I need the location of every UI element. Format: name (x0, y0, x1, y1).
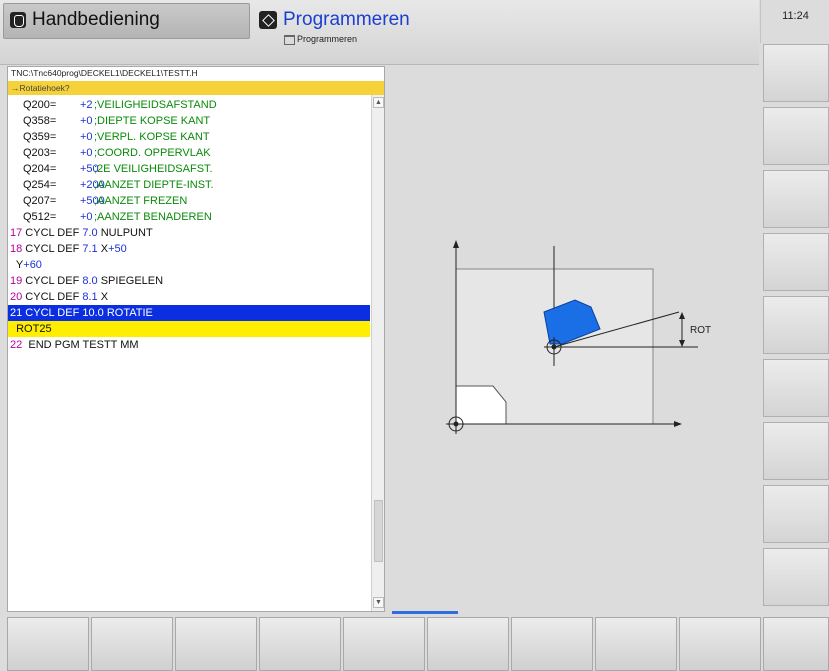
softkey-bottom-10[interactable] (763, 617, 829, 671)
softkey-bottom-9[interactable] (679, 617, 761, 671)
softkey-right-9[interactable] (763, 548, 829, 606)
help-graphic-panel: ROT (386, 66, 759, 612)
program-path: TNC:\Tnc640prog\DECKEL1\DECKEL1\TESTT.H (11, 68, 198, 78)
param-comment: ;DIEPTE KOPSE KANT (94, 115, 211, 127)
program-line-selected[interactable]: 21 CYCL DEF 10.0 ROTATIE (8, 305, 370, 321)
softkey-right-2[interactable] (763, 107, 829, 165)
softkey-right-6[interactable] (763, 359, 829, 417)
program-line[interactable]: 19 CYCL DEF 8.0 SPIEGELEN (8, 273, 370, 289)
scroll-down-arrow-icon[interactable]: ▼ (373, 597, 384, 608)
param-comment: ;AANZET BENADEREN (94, 211, 212, 223)
softkey-bottom-8[interactable] (595, 617, 677, 671)
softkey-bottom-6[interactable] (427, 617, 509, 671)
editor-scrollbar[interactable]: ▲ ▼ (371, 95, 384, 611)
softkey-right-7[interactable] (763, 422, 829, 480)
program-editor[interactable]: TNC:\Tnc640prog\DECKEL1\DECKEL1\TESTT.H … (7, 66, 385, 612)
param-comment: ;AANZET DIEPTE-INST. (94, 179, 214, 191)
comment-column: ;VEILIGHEIDSAFSTAND ;DIEPTE KOPSE KANT ;… (92, 97, 352, 225)
folder-icon (284, 34, 295, 45)
mode-left-label: Handbediening (32, 9, 160, 30)
softkey-bottom-3[interactable] (175, 617, 257, 671)
softkey-right-1[interactable] (763, 44, 829, 102)
rot-label: ROT (690, 325, 711, 336)
softkey-bottom-1[interactable] (7, 617, 89, 671)
graphic-tab-indicator (392, 611, 458, 614)
softkey-bottom-7[interactable] (511, 617, 593, 671)
softkey-right-4[interactable] (763, 233, 829, 291)
rotation-diagram: ROT (446, 240, 711, 434)
softkey-right-3[interactable] (763, 170, 829, 228)
param-comment: ;VERPL. KOPSE KANT (94, 131, 210, 143)
mode-programming: Programmeren Programmeren (254, 3, 758, 58)
hand-icon (10, 12, 26, 28)
clock: 11:24 (760, 0, 829, 43)
param-comment: ;VEILIGHEIDSAFSTAND (94, 99, 217, 111)
program-line[interactable]: 18 CYCL DEF 7.1 X+50 (8, 241, 370, 257)
softkey-bottom-2[interactable] (91, 617, 173, 671)
rot-arrow-down-icon (679, 340, 685, 347)
input-prompt: →Rotatiehoek? (8, 81, 384, 95)
program-line[interactable]: 17 CYCL DEF 7.0 NULPUNT (8, 225, 370, 241)
program-line-edit-input[interactable]: ROT25 (8, 321, 370, 337)
softkey-right-8[interactable] (763, 485, 829, 543)
program-line[interactable]: Y+60 (8, 257, 370, 273)
program-line[interactable]: 20 CYCL DEF 8.1 X (8, 289, 370, 305)
softkey-bottom-5[interactable] (343, 617, 425, 671)
scroll-thumb[interactable] (374, 500, 383, 562)
param-comment: ;2E VEILIGHEIDSAFST. (94, 163, 213, 175)
mode-right-label: Programmeren (283, 9, 410, 30)
softkey-bottom-4[interactable] (259, 617, 341, 671)
program-line[interactable]: 22 END PGM TESTT MM (8, 337, 370, 353)
mode-manual-operation[interactable]: Handbediening (3, 3, 250, 39)
scroll-up-arrow-icon[interactable]: ▲ (373, 97, 384, 108)
softkey-right-5[interactable] (763, 296, 829, 354)
param-comment: ;COORD. OPPERVLAK (94, 147, 211, 159)
programming-icon (259, 11, 277, 29)
rot-arrow-up-icon (679, 312, 685, 319)
y-axis-arrow-icon (453, 240, 459, 248)
mode-right-sublabel: Programmeren (284, 34, 357, 45)
x-axis-arrow-icon (674, 421, 682, 427)
param-comment: ;AANZET FREZEN (94, 195, 188, 207)
